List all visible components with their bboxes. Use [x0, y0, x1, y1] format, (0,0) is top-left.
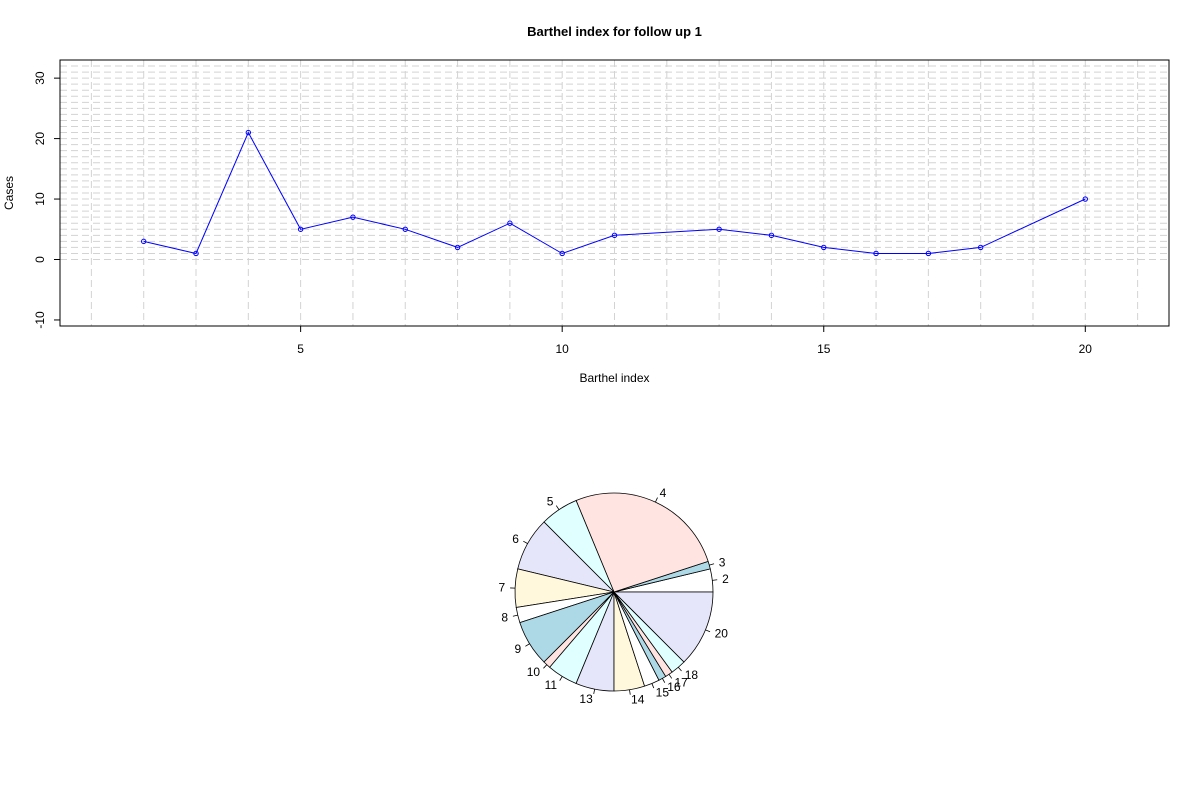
pie-label-tick	[677, 667, 682, 672]
pie-label-tick	[525, 643, 530, 647]
chart-title: Barthel index for follow up 1	[527, 24, 702, 39]
pie-label-tick	[651, 683, 655, 689]
pie-label-tick	[523, 540, 528, 544]
line-plot: 5 10 15 20 -10 0 10 20 30 Barthel index for fol…	[2, 24, 1170, 385]
y-tick-label: 20	[33, 132, 47, 146]
pie-slice-label: 8	[501, 610, 508, 624]
pie-label-tick	[712, 579, 718, 581]
pie-slice-label: 11	[545, 678, 558, 692]
y-tick-label: 30	[33, 71, 47, 85]
x-tick-label: 20	[1079, 342, 1093, 356]
pie-label-tick	[662, 678, 666, 683]
pie-label-tick	[705, 629, 711, 633]
x-tick-label: 10	[556, 342, 570, 356]
pie-slice-label: 7	[498, 581, 505, 595]
pie-label-tick	[655, 497, 658, 503]
y-axis-label: Cases	[2, 176, 16, 210]
pie-slice-label: 18	[685, 668, 699, 682]
pie-label-tick	[593, 689, 596, 695]
pie-slice-label: 10	[527, 665, 541, 679]
pie-slice-label: 9	[514, 642, 521, 656]
pie-slice-label: 4	[660, 486, 667, 500]
y-tick-label: -10	[33, 311, 47, 329]
pie-slice-label: 5	[547, 494, 554, 508]
pie-label-tick	[555, 505, 560, 510]
y-axis: -10 0 10 20 30	[33, 71, 60, 329]
pie-chart: 23456789101113 14 1516171820	[498, 486, 729, 706]
pie-slice-label: 3	[719, 555, 726, 569]
pie-label-tick	[512, 614, 518, 617]
pie-label-tick	[543, 664, 548, 669]
pie-label-tick	[709, 563, 715, 566]
x-tick-label: 5	[297, 342, 304, 356]
y-tick-label: 0	[33, 256, 47, 263]
pie-slice-label: 2	[722, 572, 729, 586]
x-tick-label: 15	[817, 342, 831, 356]
pie-slice-label: 14	[631, 693, 645, 707]
pie-label-tick	[559, 676, 563, 681]
pie-label-tick	[668, 674, 673, 679]
pie-slice-label: 20	[715, 627, 729, 641]
y-tick-label: 10	[33, 192, 47, 206]
x-axis: 5 10 15 20	[297, 326, 1092, 356]
x-axis-label: Barthel index	[579, 371, 649, 385]
chart-canvas: 5 10 15 20 -10 0 10 20 30 Barthel index for fol…	[2, 24, 1170, 707]
pie-slice-label: 6	[512, 532, 519, 546]
grid-layer	[60, 60, 1169, 326]
pie-slice-label: 13	[579, 692, 593, 706]
